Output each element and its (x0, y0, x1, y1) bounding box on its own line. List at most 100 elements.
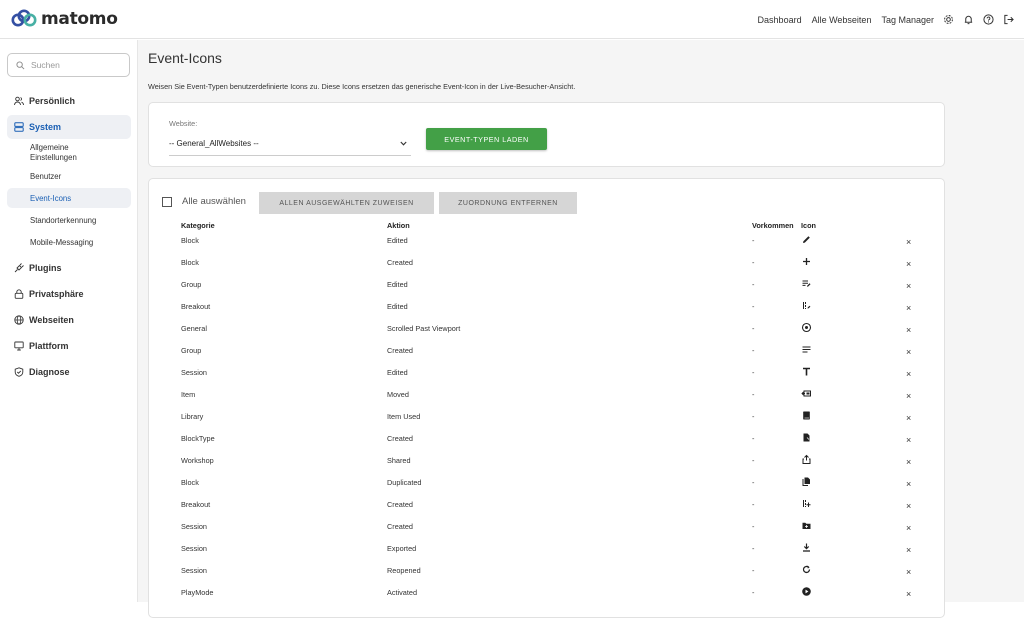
remove-icon-button[interactable]: × (906, 413, 911, 423)
remove-icon-button[interactable]: × (906, 435, 911, 445)
website-select[interactable]: -- General_AllWebsites -- (169, 132, 411, 156)
remove-icon-button[interactable]: × (906, 545, 911, 555)
menu-personal-label: Persönlich (29, 96, 76, 106)
menu-plugins[interactable]: Plugins (7, 256, 131, 280)
menu-diagnostics-label: Diagnose (29, 367, 70, 378)
nav-tag-manager-link[interactable]: Tag Manager (881, 15, 934, 25)
remove-icon-button[interactable]: × (906, 369, 911, 379)
cell-occurrences: - (752, 478, 755, 487)
select-all-checkbox[interactable] (162, 196, 172, 207)
menu-users[interactable]: Benutzer (7, 166, 131, 186)
remove-icon-button[interactable]: × (906, 479, 911, 489)
menu-general-settings[interactable]: Allgemeine Einstellungen (7, 141, 97, 164)
new-doc-icon[interactable] (801, 432, 812, 443)
menu-websites[interactable]: Webseiten (7, 308, 131, 332)
remove-icon-button[interactable]: × (906, 589, 911, 599)
download-icon[interactable] (801, 542, 812, 553)
copy-icon[interactable] (801, 476, 812, 487)
remove-assignment-button[interactable]: ZUORDNUNG ENTFERNEN (439, 192, 577, 214)
cell-action: Scrolled Past Viewport (387, 324, 461, 333)
remove-icon-button[interactable]: × (906, 259, 911, 269)
menu-mobile-messaging[interactable]: Mobile-Messaging (7, 232, 131, 252)
remove-icon-button[interactable]: × (906, 237, 911, 247)
cell-category: General (181, 324, 207, 333)
book-icon[interactable] (801, 410, 812, 421)
globe-icon (14, 315, 24, 326)
cell-occurrences: - (752, 566, 755, 575)
split-add-icon[interactable] (801, 498, 812, 509)
remove-icon-button[interactable]: × (906, 347, 911, 357)
remove-icon-button[interactable]: × (906, 325, 911, 335)
cell-action: Activated (387, 588, 418, 597)
plus-icon[interactable] (801, 256, 812, 267)
table-row: Session Edited - × (149, 363, 944, 385)
table-row: Session Exported - × (149, 539, 944, 561)
lines-icon[interactable] (801, 344, 812, 355)
matomo-logo-icon (11, 9, 37, 27)
plug-icon (14, 263, 24, 273)
cell-category: Session (181, 368, 207, 377)
logout-icon[interactable] (1003, 14, 1014, 25)
top-navigation: Dashboard Alle Webseiten Tag Manager (748, 0, 1014, 39)
text-t-icon[interactable] (801, 366, 812, 377)
cell-category: Breakout (181, 500, 211, 509)
menu-platform[interactable]: Plattform (7, 334, 131, 358)
cell-category: Group (181, 280, 202, 289)
refresh-icon[interactable] (801, 564, 812, 575)
remove-icon-button[interactable]: × (906, 281, 911, 291)
load-event-types-button[interactable]: EVENT-TYPEN LADEN (426, 128, 547, 150)
search-box[interactable] (7, 53, 130, 77)
menu-system-label: System (29, 122, 62, 132)
menu-geolocation[interactable]: Standorterkennung (7, 210, 131, 230)
list-edit-icon[interactable] (801, 278, 812, 289)
menu-event-icons[interactable]: Event-Icons (7, 188, 131, 209)
help-icon[interactable] (983, 14, 994, 25)
gear-icon[interactable] (943, 14, 954, 25)
top-bar: matomo Dashboard Alle Webseiten Tag Mana… (0, 0, 1024, 39)
table-row: Block Created - × (149, 253, 944, 275)
matomo-logo[interactable]: matomo (11, 9, 118, 29)
select-all[interactable]: Alle auswählen (162, 196, 246, 207)
assign-selected-button[interactable]: ALLEN AUSGEWÄHLTEN ZUWEISEN (259, 192, 434, 214)
cell-action: Edited (387, 302, 408, 311)
split-edit-icon[interactable] (801, 300, 812, 311)
menu-privacy[interactable]: Privatsphäre (7, 282, 131, 306)
bell-icon[interactable] (963, 14, 974, 25)
remove-icon-button[interactable]: × (906, 303, 911, 313)
menu-system[interactable]: System (7, 115, 131, 139)
column-header-icon: Icon (801, 221, 816, 230)
pencil-icon[interactable] (801, 234, 812, 245)
nav-dashboard-link[interactable]: Dashboard (758, 15, 802, 25)
select-all-label: Alle auswählen (182, 196, 246, 207)
menu-personal[interactable]: Persönlich (7, 89, 131, 113)
cell-occurrences: - (752, 302, 755, 311)
folder-add-icon[interactable] (801, 520, 812, 531)
cell-occurrences: - (752, 434, 755, 443)
cell-action: Created (387, 500, 413, 509)
cell-action: Reopened (387, 566, 421, 575)
nav-all-websites-link[interactable]: Alle Webseiten (812, 15, 872, 25)
cell-occurrences: - (752, 368, 755, 377)
cell-category: Workshop (181, 456, 214, 465)
column-header-occurrences: Vorkommen (752, 221, 794, 230)
move-card-icon[interactable] (801, 388, 812, 399)
remove-icon-button[interactable]: × (906, 457, 911, 467)
shield-check-icon (14, 367, 24, 378)
target-circle-icon[interactable] (801, 322, 812, 333)
cell-occurrences: - (752, 258, 755, 267)
menu-platform-label: Plattform (29, 341, 69, 352)
remove-icon-button[interactable]: × (906, 567, 911, 577)
remove-icon-button[interactable]: × (906, 391, 911, 401)
menu-diagnostics[interactable]: Diagnose (7, 360, 131, 384)
cell-occurrences: - (752, 500, 755, 509)
remove-icon-button[interactable]: × (906, 523, 911, 533)
share-icon[interactable] (801, 454, 812, 465)
play-circle-icon[interactable] (801, 586, 812, 597)
page-description: Weisen Sie Event-Typen benutzerdefiniert… (148, 82, 576, 91)
menu-privacy-label: Privatsphäre (29, 289, 84, 300)
remove-icon-button[interactable]: × (906, 501, 911, 511)
cell-action: Moved (387, 390, 409, 399)
cell-action: Edited (387, 280, 408, 289)
event-icons-card: Alle auswählen ALLEN AUSGEWÄHLTEN ZUWEIS… (148, 178, 945, 618)
search-input[interactable] (31, 60, 121, 70)
